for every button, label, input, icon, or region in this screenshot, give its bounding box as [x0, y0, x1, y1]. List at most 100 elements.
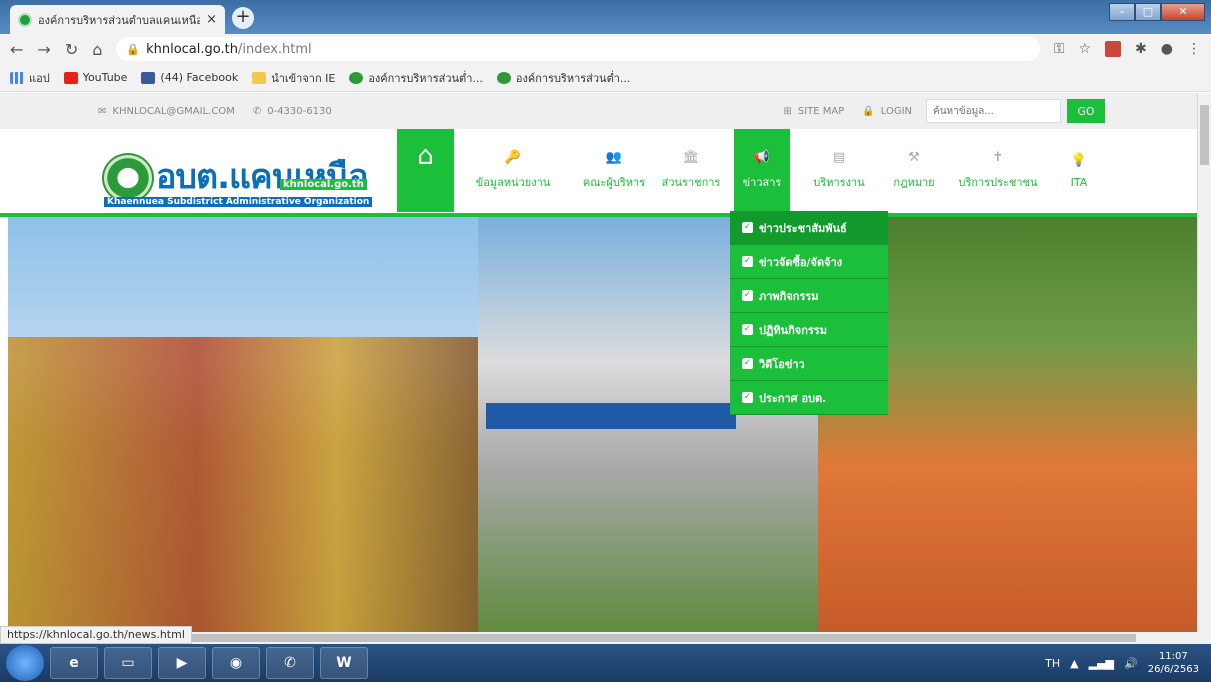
browser-tab[interactable]: องค์การบริหารส่วนตำบลแคนเหนือ ×	[10, 5, 225, 34]
bookmark-facebook[interactable]: (44) Facebook	[141, 71, 238, 84]
home-icon[interactable]: ⌂	[92, 40, 102, 59]
horizontal-scrollbar[interactable]	[166, 632, 1211, 644]
bookmark-youtube[interactable]: YouTube	[63, 71, 128, 84]
reload-icon[interactable]: ↻	[65, 40, 78, 59]
bookmark-apps[interactable]: แอป	[10, 69, 50, 87]
site-logo[interactable]: อบต.แคนเหนือ khnlocal.go.th Khaennuea Su…	[102, 149, 387, 211]
menu-agency-info[interactable]: 🔑 ข้อมูลหน่วยงาน	[468, 129, 558, 212]
home-menu-button[interactable]: ⌂	[397, 129, 454, 212]
service-icon: ✝	[992, 150, 1004, 165]
windows-taskbar: e ▭ ▶ ◉ ✆ W TH ▲ ▂▄▆ 🔊 11:07 26/6/2563	[0, 644, 1211, 682]
login-text: LOGIN	[880, 105, 912, 117]
phone-icon: ✆	[252, 105, 262, 117]
forward-icon[interactable]: →	[37, 40, 50, 59]
menu-public-services[interactable]: ✝ บริการประชาชน	[950, 129, 1046, 212]
bookmark-ie-import[interactable]: นำเข้าจาก IE	[252, 69, 335, 87]
login-link[interactable]: 🔒 LOGIN	[862, 106, 912, 117]
facebook-icon	[141, 71, 156, 84]
menu-label: กฎหมาย	[893, 176, 935, 189]
menu-label: ส่วนราชการ	[661, 176, 721, 189]
clock[interactable]: 11:07 26/6/2563	[1148, 650, 1199, 676]
email-contact[interactable]: ✉ KHNLOCAL@GMAIL.COM	[98, 106, 235, 117]
scrollbar-thumb[interactable]	[1200, 105, 1209, 165]
start-button[interactable]	[6, 645, 44, 681]
folder-icon: ▭	[121, 655, 135, 671]
taskbar-chrome[interactable]: ◉	[212, 647, 260, 679]
taskbar-line[interactable]: ✆	[266, 647, 314, 679]
contact-strip: ✉ KHNLOCAL@GMAIL.COM ✆ 0-4330-6130 ⊞ SITE M…	[0, 93, 1197, 129]
menu-law[interactable]: ⚒ กฎหมาย	[886, 129, 942, 212]
menu-kebab-icon[interactable]: ⋮	[1187, 41, 1201, 57]
tray-expand-icon[interactable]: ▲	[1070, 657, 1078, 670]
scrollbar-thumb[interactable]	[166, 634, 1136, 642]
close-window-button[interactable]: ✕	[1161, 3, 1205, 21]
bookmark-label: YouTube	[82, 71, 128, 84]
language-indicator[interactable]: TH	[1045, 657, 1060, 670]
bookmark-label: องค์การบริหารส่วนต่ำ...	[515, 71, 631, 85]
dropdown-item-video-news[interactable]: ✓ วิดีโอข่าว	[730, 347, 888, 381]
dropdown-item-activity-photos[interactable]: ✓ ภาพกิจกรรม	[730, 279, 888, 313]
dropdown-item-pr-news[interactable]: ✓ ข่าวประชาสัมพันธ์	[730, 211, 888, 245]
profile-icon[interactable]: ●	[1161, 41, 1173, 57]
maximize-button[interactable]: □	[1135, 3, 1161, 21]
address-bar[interactable]: 🔒 khnlocal.go.th/index.html	[116, 37, 1040, 61]
minimize-button[interactable]: –	[1109, 3, 1135, 21]
document-icon: ▤	[832, 150, 846, 165]
bookmark-org-2[interactable]: องค์การบริหารส่วนต่ำ...	[496, 69, 631, 87]
lightbulb-icon: 💡	[1070, 152, 1088, 168]
dropdown-item-announcements[interactable]: ✓ ประกาศ อบต.	[730, 381, 888, 415]
extensions-icon[interactable]: ✱	[1135, 41, 1147, 57]
vertical-scrollbar[interactable]	[1197, 93, 1211, 633]
word-icon: W	[336, 655, 352, 671]
menu-label: ข้อมูลหน่วยงาน	[475, 176, 551, 189]
window-controls: – □ ✕	[1109, 3, 1205, 21]
apps-icon	[10, 71, 24, 84]
menu-label: ข่าวสาร	[742, 176, 782, 189]
browser-toolbar: ← → ↻ ⌂ 🔒 khnlocal.go.th/index.html ⚿ ☆ …	[0, 34, 1211, 64]
back-icon[interactable]: ←	[10, 40, 23, 59]
menu-departments[interactable]: 🏛 ส่วนราชการ	[658, 129, 724, 212]
go-button[interactable]: GO	[1067, 99, 1105, 123]
menu-administration[interactable]: ▤ บริหารงาน	[806, 129, 872, 212]
volume-icon[interactable]: 🔊	[1124, 657, 1138, 670]
menu-news[interactable]: 📢 ข่าวสาร	[734, 129, 790, 212]
youtube-icon	[63, 71, 78, 84]
building-sign	[486, 403, 736, 429]
bookmark-star-icon[interactable]: ☆	[1078, 41, 1091, 57]
pdf-extension-icon[interactable]	[1105, 41, 1122, 57]
dropdown-label: วิดีโอข่าว	[759, 357, 805, 371]
key-icon[interactable]: ⚿	[1054, 41, 1065, 57]
new-tab-button[interactable]: +	[232, 7, 254, 29]
taskbar-word[interactable]: W	[320, 647, 368, 679]
menu-executives[interactable]: 👥 คณะผู้บริหาร	[574, 129, 654, 212]
emblem-icon	[102, 153, 154, 203]
search-input[interactable]	[926, 99, 1061, 123]
menu-label: บริหารงาน	[813, 176, 865, 189]
taskbar-explorer[interactable]: ▭	[104, 647, 152, 679]
bookmark-label: องค์การบริหารส่วนต่ำ...	[368, 71, 483, 85]
dropdown-item-calendar[interactable]: ✓ ปฏิทินกิจกรรม	[730, 313, 888, 347]
org-icon	[496, 71, 511, 84]
bookmark-org-1[interactable]: องค์การบริหารส่วนต่ำ...	[349, 69, 483, 87]
sitemap-icon: ⊞	[783, 105, 792, 117]
taskbar-media[interactable]: ▶	[158, 647, 206, 679]
dropdown-item-procurement[interactable]: ✓ ข่าวจัดซื้อ/จัดจ้าง	[730, 245, 888, 279]
email-text: KHNLOCAL@GMAIL.COM	[112, 105, 235, 117]
sitemap-link[interactable]: ⊞ SITE MAP	[783, 106, 844, 117]
megaphone-icon: 📢	[753, 150, 771, 165]
clock-time: 11:07	[1158, 651, 1188, 662]
tab-close-icon[interactable]: ×	[206, 12, 217, 27]
institution-icon: 🏛	[682, 150, 700, 165]
hero-banner-image	[8, 217, 1197, 633]
bookmarks-bar: แอป YouTube (44) Facebook นำเข้าจาก IE อ…	[0, 64, 1211, 92]
users-icon: 👥	[605, 150, 623, 165]
url-path: /index.html	[237, 41, 312, 57]
taskbar-ie[interactable]: e	[50, 647, 98, 679]
menu-ita[interactable]: 💡 ITA	[1056, 129, 1102, 212]
dropdown-label: ภาพกิจกรรม	[759, 289, 819, 303]
network-icon[interactable]: ▂▄▆	[1089, 657, 1114, 670]
site-favicon-icon	[18, 12, 32, 27]
phone-text: 0-4330-6130	[267, 105, 332, 117]
logo-english-text: Khaennuea Subdistrict Administrative Org…	[104, 197, 373, 207]
logo-thai-text: อบต.แคนเหนือ	[156, 157, 369, 197]
